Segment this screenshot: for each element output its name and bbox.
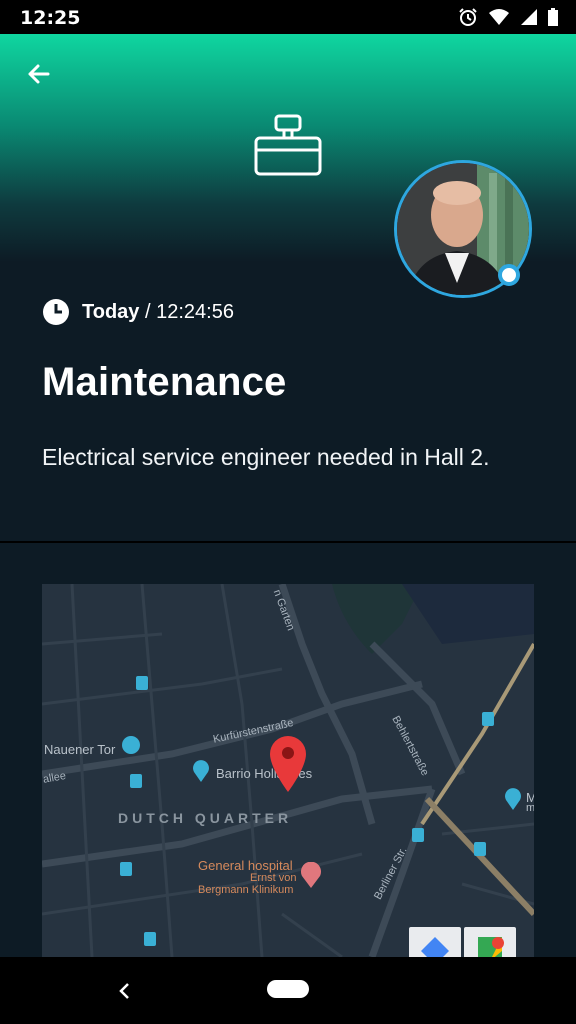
map-label-hospital-sub2: Bergmann Klinikum (198, 884, 294, 896)
transit-stop-icon (474, 842, 486, 856)
transit-stop-icon (120, 862, 132, 876)
map-label-hospital: General hospital (198, 858, 293, 873)
date-time-separator: / (139, 300, 157, 323)
date-label: Today (82, 300, 140, 323)
museum-poi-icon (122, 736, 140, 754)
wifi-icon (489, 9, 509, 25)
landmark-poi-icon (193, 760, 209, 782)
page-title: Maintenance (42, 360, 287, 404)
transit-stop-icon (412, 828, 424, 842)
map-label-right-m2: m (526, 802, 534, 814)
description-text: Electrical service engineer needed in Ha… (42, 444, 490, 470)
transit-stop-icon (482, 712, 494, 726)
transit-stop-icon (136, 676, 148, 690)
hospital-poi-icon (301, 862, 321, 888)
transit-stop-icon (144, 932, 156, 946)
status-time: 12:25 (20, 7, 81, 29)
nav-back-icon[interactable] (116, 980, 132, 1002)
status-icons (458, 6, 558, 28)
back-arrow-icon[interactable] (22, 57, 56, 91)
directions-button[interactable] (409, 927, 461, 957)
location-map[interactable]: Nauener Tor Barrio Hollandes General hos… (42, 584, 534, 957)
status-bar: 12:25 (0, 0, 576, 34)
section-divider (0, 541, 576, 543)
battery-icon (548, 8, 558, 26)
signal-icon (521, 9, 537, 25)
map-district-label: DUTCH QUARTER (118, 810, 293, 826)
directions-icon (421, 937, 449, 957)
online-status-dot (498, 264, 520, 286)
map-label-nauener-tor: Nauener Tor (44, 742, 116, 757)
time-value: 12:24:56 (156, 300, 234, 323)
clock-icon (43, 299, 69, 325)
map-label-hospital-sub1: Ernst von (250, 872, 297, 884)
transit-stop-icon (130, 774, 142, 788)
timestamp-row: Today / 12:24:56 (42, 298, 234, 326)
nav-home-button[interactable] (267, 980, 309, 998)
landmark-poi-icon (505, 788, 521, 810)
location-marker-icon (270, 736, 306, 792)
google-maps-icon (478, 937, 504, 957)
alarm-icon (459, 8, 477, 26)
toolbox-icon (254, 114, 322, 176)
open-in-maps-button[interactable] (464, 927, 516, 957)
